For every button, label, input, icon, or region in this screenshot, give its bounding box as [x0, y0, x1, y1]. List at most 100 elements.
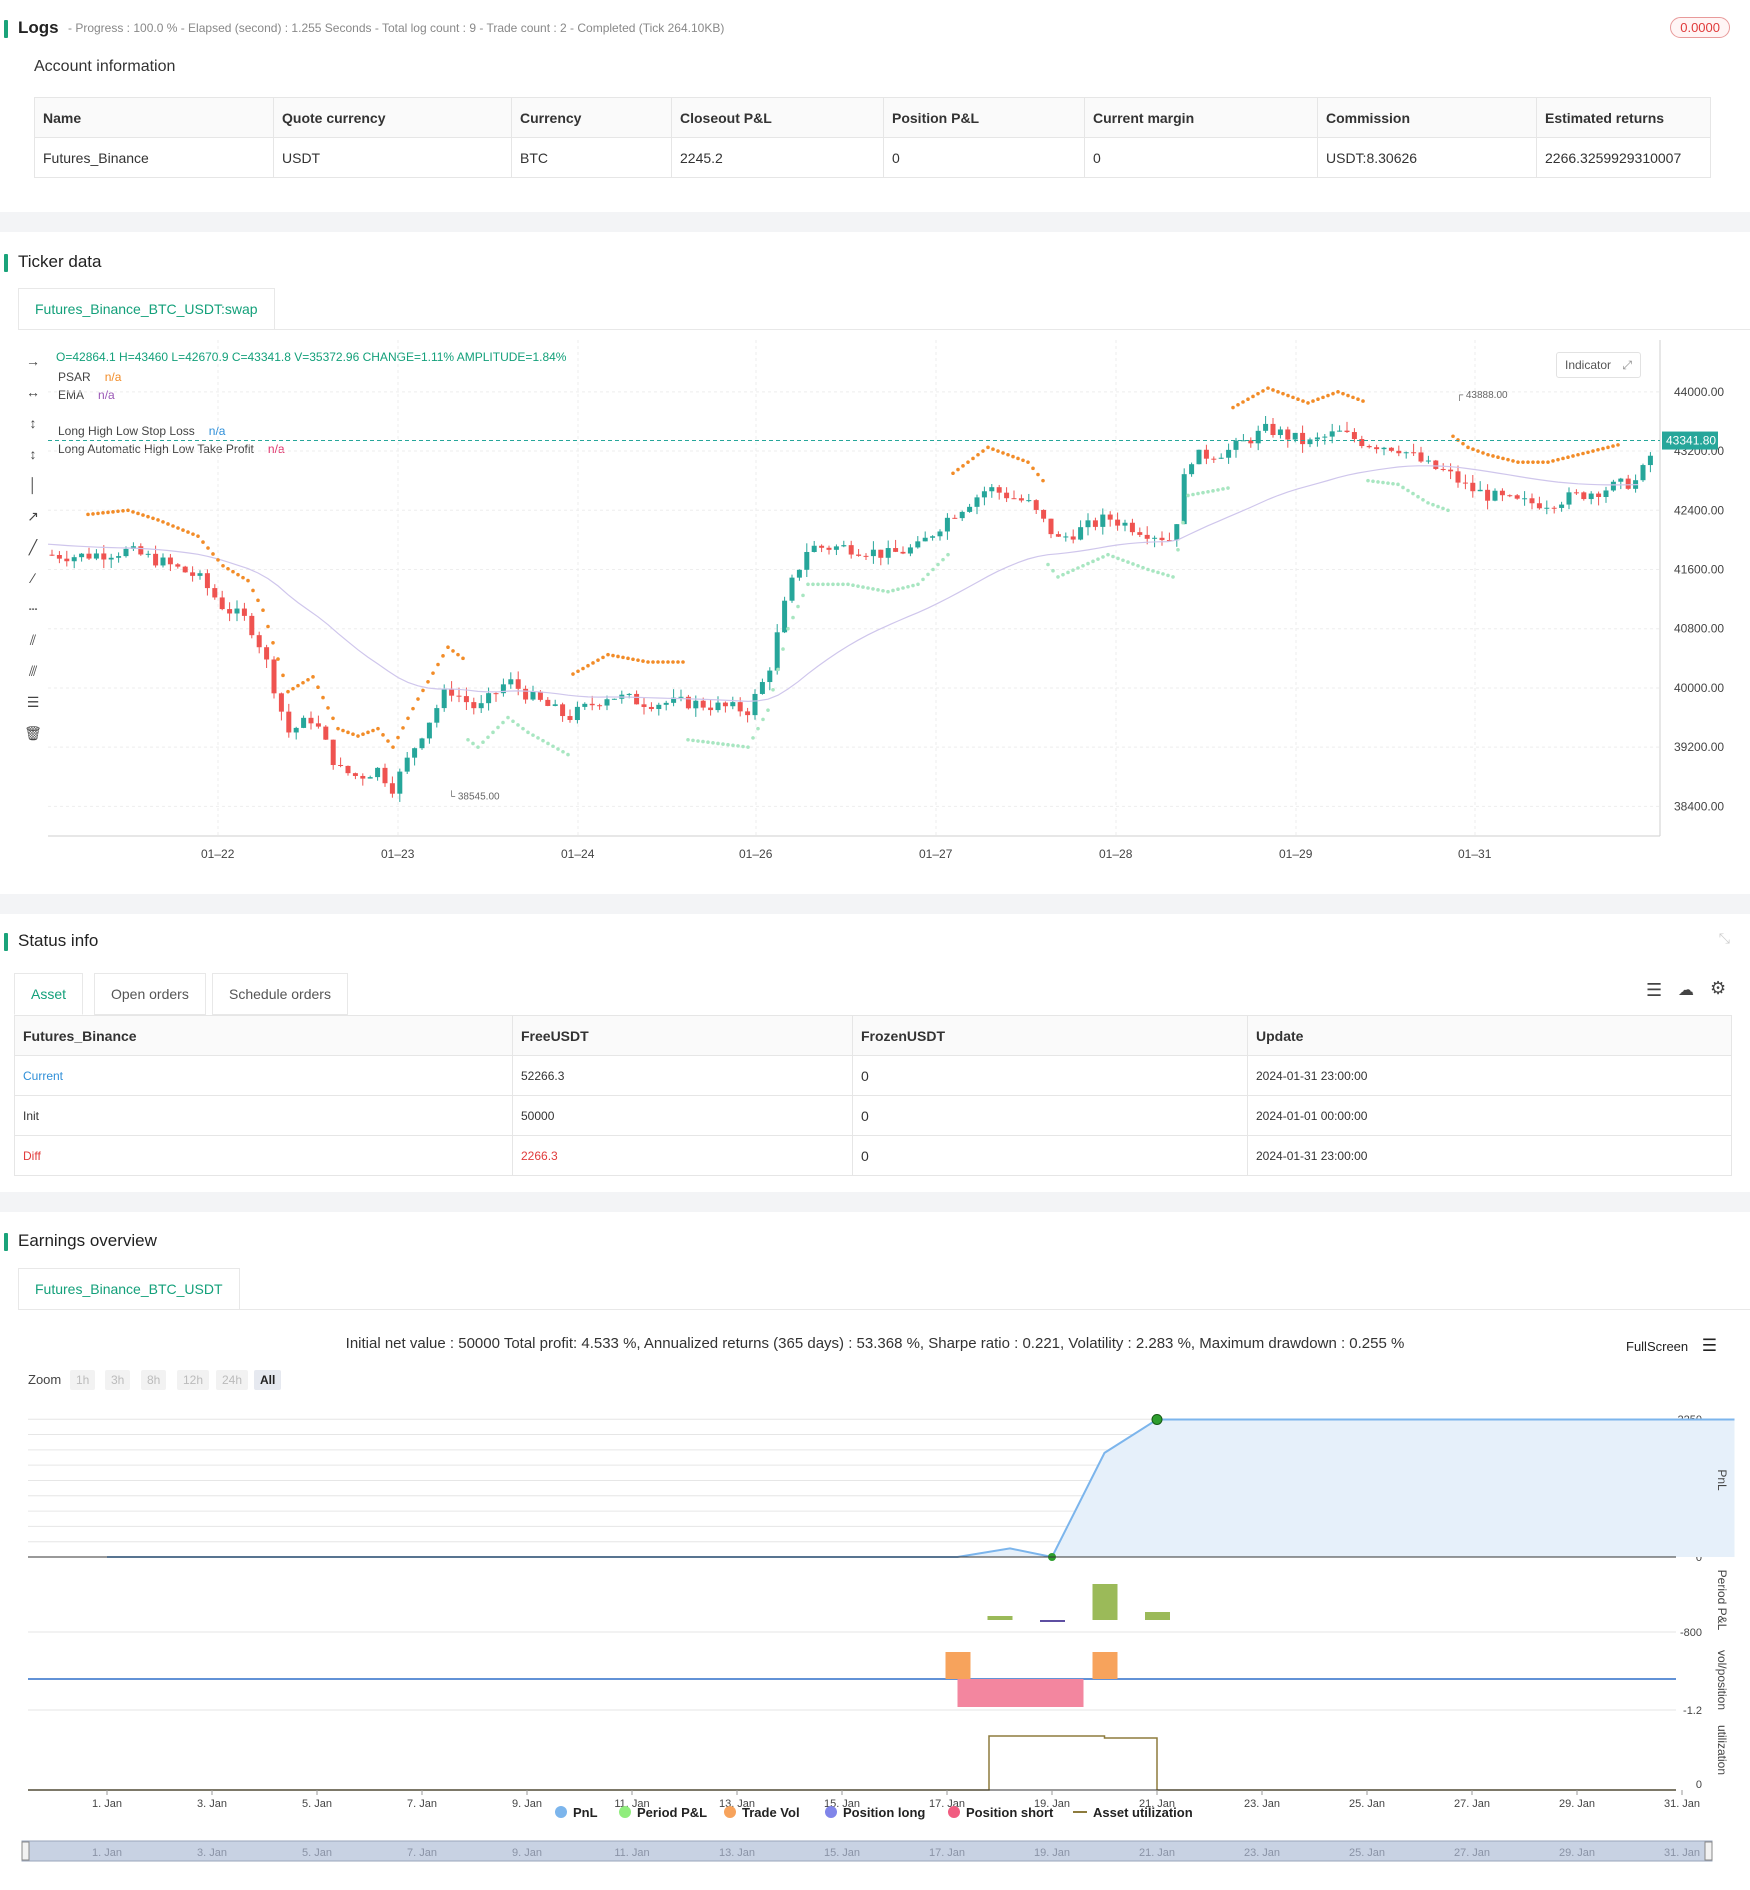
ticker-title: Ticker data [3, 252, 102, 272]
psar-dot [811, 582, 815, 587]
psar-dot [281, 673, 285, 678]
date-tick: 01–22 [201, 847, 235, 860]
psar-dot [311, 675, 315, 679]
psar-dot [1081, 563, 1085, 568]
zoom-button-24h[interactable]: 24h [216, 1370, 249, 1390]
psar-dot [871, 587, 875, 591]
collapse-icon[interactable]: ⤡ [1719, 930, 1730, 947]
psar-dot [186, 530, 190, 534]
psar-dot [411, 706, 415, 711]
vertical-line-icon[interactable]: │ [22, 474, 44, 496]
tab-underline-2 [18, 1309, 1750, 1310]
straight-line-icon[interactable]: ╱ [22, 536, 44, 558]
settings-icon[interactable]: ⚙ [1710, 978, 1726, 999]
account-col-7: Estimated returns [1536, 97, 1711, 138]
candle-body [1625, 478, 1631, 489]
price-channel-icon[interactable]: ☰ [22, 691, 44, 713]
psar-dot [631, 657, 635, 662]
legend-item-1[interactable]: Period P&L [619, 1805, 707, 1820]
trash-icon[interactable]: 🗑 [22, 722, 44, 744]
logs-title: Logs [4, 18, 59, 38]
candle-body [1462, 482, 1468, 484]
navigator-tick: 3. Jan [197, 1847, 227, 1859]
zoom-button-3h[interactable]: 3h [105, 1370, 131, 1390]
psar-dot [1146, 567, 1150, 572]
navigator-tick: 7. Jan [407, 1847, 437, 1859]
account-cell-2: BTC [511, 137, 672, 178]
psar-dot [1201, 490, 1205, 495]
psar-dot [956, 467, 960, 472]
candle-body [1255, 430, 1261, 444]
tab-open-orders[interactable]: Open orders [94, 973, 206, 1015]
candle-body [1277, 429, 1283, 436]
fullscreen-button[interactable]: FullScreen ☰ [1626, 1336, 1717, 1356]
psar-dot [441, 654, 445, 658]
asset-cell-update: 2024-01-31 23:00:00 [1247, 1055, 1732, 1096]
parallel-lines-icon[interactable]: ⫽ [22, 629, 44, 651]
legend-label: Position short [966, 1805, 1054, 1820]
horizontal-line-icon[interactable]: ↔ [22, 381, 44, 403]
price-line-icon[interactable]: ┄ [22, 598, 44, 620]
psar-dot [836, 582, 840, 587]
psar-dot [376, 726, 380, 731]
psar-dot [901, 586, 905, 590]
menu-icon[interactable]: ☰ [1702, 1336, 1717, 1355]
candle-body [900, 551, 906, 554]
psar-dot [271, 640, 275, 645]
psar-dot [1601, 446, 1605, 451]
legend-item-4[interactable]: Position short [948, 1805, 1053, 1820]
psar-dot [241, 575, 245, 580]
cloud-download-icon[interactable]: ☁ [1678, 980, 1694, 1000]
legend-item-5[interactable]: Asset utilization [1073, 1805, 1193, 1820]
tab-earnings-pair[interactable]: Futures_Binance_BTC_USDT [18, 1268, 240, 1310]
tab-ticker-swap[interactable]: Futures_Binance_BTC_USDT:swap [18, 288, 275, 330]
legend-item-3[interactable]: Position long [825, 1805, 925, 1820]
candle-body [1529, 498, 1535, 504]
account-col-5: Current margin [1084, 97, 1318, 138]
candle-body [752, 693, 758, 716]
psar-dot [161, 520, 165, 524]
candle-body [737, 702, 743, 712]
asset-cell-free: 50000 [512, 1095, 853, 1136]
psar-dot [1126, 560, 1130, 564]
candle-body [959, 511, 965, 519]
psar-dot [546, 741, 550, 746]
candle-body [915, 541, 921, 548]
psar-dot [151, 516, 155, 521]
legend-item-2[interactable]: Trade Vol [724, 1805, 800, 1820]
psar-dot [1531, 460, 1535, 464]
psar-dot [1071, 568, 1075, 573]
axis-label-period: Period P&L [1715, 1570, 1729, 1631]
tab-asset[interactable]: Asset [14, 973, 84, 1015]
candle-body [782, 600, 788, 633]
horizontal-ray-icon[interactable]: → [22, 350, 44, 372]
list-icon[interactable]: ☰ [1646, 980, 1662, 1001]
segment-icon[interactable]: ∕ [22, 567, 44, 589]
candle-body [167, 557, 173, 565]
psar-dot [716, 741, 720, 746]
candlestick-chart[interactable]: 44000.0043200.0042400.0041600.0040800.00… [48, 340, 1744, 860]
date-tick: 25. Jan [1349, 1798, 1385, 1810]
candle-body [71, 557, 77, 562]
candle-body [1573, 492, 1579, 494]
zoom-button-12h[interactable]: 12h [177, 1370, 210, 1390]
ray-line-icon[interactable]: ↗ [22, 505, 44, 527]
vertical-segment-icon[interactable]: ↕ [22, 443, 44, 465]
psar-dot [1231, 405, 1235, 410]
navigator-tick: 29. Jan [1559, 1847, 1595, 1859]
tab-schedule-orders[interactable]: Schedule orders [212, 973, 348, 1015]
zoom-button-1h[interactable]: 1h [70, 1370, 96, 1390]
candle-body [116, 556, 122, 558]
psar-dot [396, 735, 400, 740]
candle-body [552, 704, 558, 706]
psar-dot [961, 464, 965, 468]
earnings-chart[interactable]: 2250200017501500125010007505002500PnL-80… [0, 1395, 1750, 1865]
fib-lines-icon[interactable]: ⫻ [22, 660, 44, 682]
legend-item-0[interactable]: PnL [555, 1805, 598, 1820]
zoom-button-8h[interactable]: 8h [141, 1370, 167, 1390]
earnings-summary: Initial net value : 50000 Total profit: … [345, 1335, 1405, 1352]
zoom-button-All[interactable]: All [254, 1370, 282, 1390]
candle-body [426, 722, 432, 739]
candle-body [330, 739, 336, 765]
vertical-ray-icon[interactable]: ↕ [22, 412, 44, 434]
